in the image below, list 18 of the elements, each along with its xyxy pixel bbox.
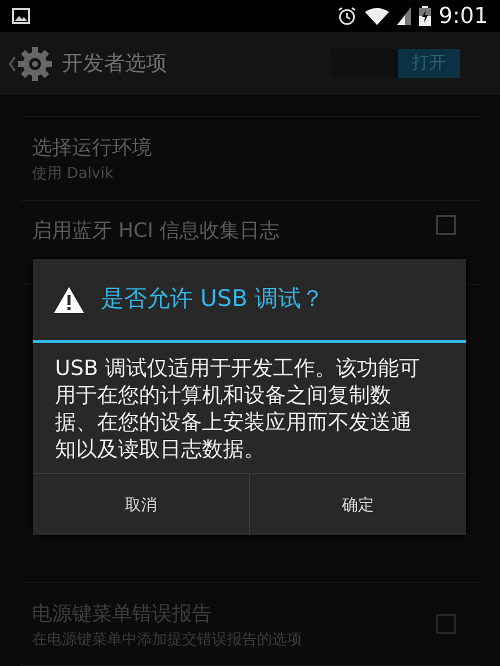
battery-icon	[418, 6, 431, 26]
clock-time: 9:01	[438, 2, 488, 30]
dialog-button[interactable]: 取消	[33, 473, 249, 535]
dialog-button[interactable]: 确定	[249, 473, 466, 535]
setting-title: 启用蓝牙 HCI 信息收集日志	[32, 217, 280, 244]
back-icon[interactable]	[8, 56, 16, 72]
image-icon	[12, 8, 30, 24]
signal-icon	[396, 7, 411, 25]
dialog-title: 是否允许 USB 调试？	[101, 285, 324, 314]
warning-icon	[53, 286, 85, 314]
setting-title: 选择运行环境	[32, 134, 152, 162]
dialog-message: USB 调试仅适用于开发工作。该功能可用于在您的计算机和设备之间复制数据、在您的设备上安装应用而不发送通知以及读取日志数据。	[54, 355, 421, 463]
checkbox[interactable]	[436, 215, 456, 235]
alarm-icon	[336, 6, 357, 26]
wifi-icon	[364, 7, 389, 25]
gear-icon	[16, 44, 54, 82]
screen-title: 开发者选项	[62, 50, 167, 77]
setting-summary: 使用 Dalvik	[32, 163, 114, 184]
